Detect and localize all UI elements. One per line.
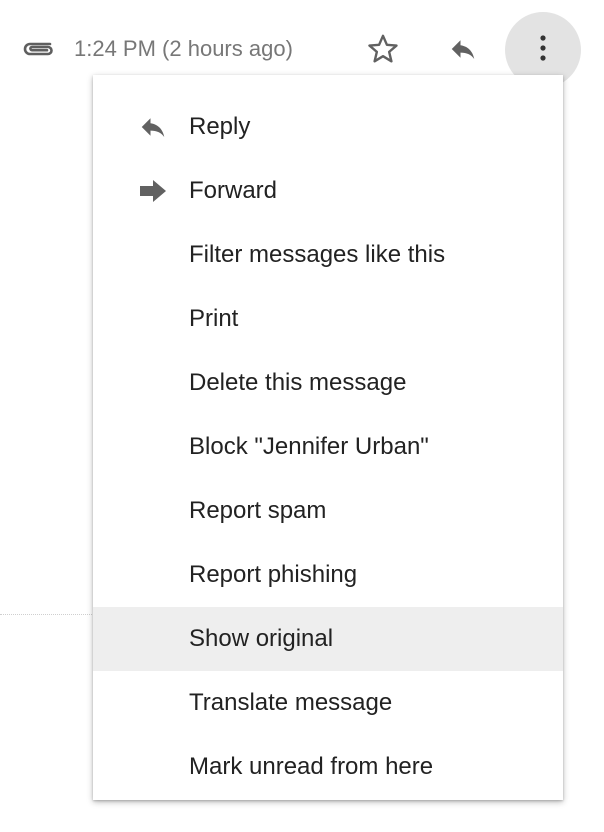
- menu-item-block-sender[interactable]: Block "Jennifer Urban": [93, 415, 563, 479]
- menu-item-label: Delete this message: [189, 369, 407, 396]
- menu-item-show-original[interactable]: Show original: [93, 607, 563, 671]
- menu-item-mark-unread[interactable]: Mark unread from here: [93, 735, 563, 799]
- menu-item-filter-messages[interactable]: Filter messages like this: [93, 223, 563, 287]
- menu-item-label: Show original: [189, 625, 334, 652]
- menu-item-label: Block "Jennifer Urban": [189, 433, 429, 460]
- forward-icon: [135, 176, 171, 206]
- menu-item-delete-message[interactable]: Delete this message: [93, 351, 563, 415]
- divider: [0, 614, 94, 615]
- menu-item-label: Report spam: [189, 497, 327, 524]
- menu-item-label: Report phishing: [189, 561, 358, 588]
- menu-item-label: Filter messages like this: [189, 241, 446, 268]
- reply-button[interactable]: [442, 30, 484, 72]
- star-outline-icon: [365, 31, 401, 72]
- menu-item-report-phishing[interactable]: Report phishing: [93, 543, 563, 607]
- vertical-dots-icon: [538, 33, 548, 68]
- menu-item-label: Translate message: [189, 689, 393, 716]
- menu-item-label: Print: [189, 305, 239, 332]
- menu-item-translate-message[interactable]: Translate message: [93, 671, 563, 735]
- star-button[interactable]: [362, 30, 404, 72]
- menu-item-print[interactable]: Print: [93, 287, 563, 351]
- menu-item-reply[interactable]: Reply: [93, 95, 563, 159]
- more-options-menu: Reply Forward Filter messages like this …: [93, 75, 563, 800]
- reply-icon: [135, 112, 171, 142]
- menu-item-label: Mark unread from here: [189, 753, 434, 780]
- menu-item-report-spam[interactable]: Report spam: [93, 479, 563, 543]
- message-timestamp: 1:24 PM (2 hours ago): [74, 36, 293, 61]
- menu-item-label: Reply: [189, 113, 251, 140]
- reply-arrow-icon: [446, 34, 480, 69]
- paperclip-icon: [20, 38, 56, 58]
- menu-item-forward[interactable]: Forward: [93, 159, 563, 223]
- menu-item-label: Forward: [189, 177, 278, 204]
